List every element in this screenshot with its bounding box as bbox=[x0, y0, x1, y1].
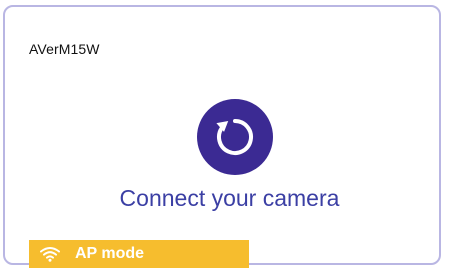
refresh-icon bbox=[216, 119, 253, 155]
ap-mode-status: AP mode bbox=[29, 240, 249, 268]
camera-card[interactable]: AVerM15W Connect your camera AP mode bbox=[3, 5, 441, 268]
ap-mode-label: AP mode bbox=[75, 245, 145, 262]
device-name: AVerM15W bbox=[29, 41, 100, 57]
connect-camera-label[interactable]: Connect your camera bbox=[5, 185, 449, 212]
connect-camera-button[interactable] bbox=[197, 99, 273, 175]
wifi-icon bbox=[39, 245, 61, 263]
